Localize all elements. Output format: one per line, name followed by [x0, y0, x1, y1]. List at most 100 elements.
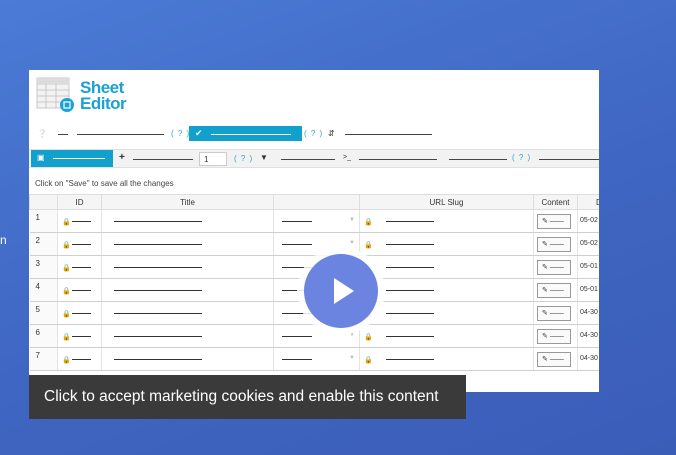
cell-id[interactable]: 🔒 — [57, 301, 102, 325]
table-header-row: ID Title URL Slug Content D — [29, 194, 599, 210]
table-row[interactable]: 2 🔒 ▼ 🔒 ✎ —— 05-02 — [29, 232, 599, 256]
row-number: 5 — [29, 301, 58, 325]
cell-date-value: 05-02 — [580, 240, 598, 247]
cell-url-slug[interactable]: 🔒 — [359, 232, 534, 256]
cell-date[interactable]: 05-02 — [577, 232, 599, 256]
column-header-hidden[interactable] — [273, 194, 360, 210]
formula-label — [359, 159, 437, 160]
cell-url-slug[interactable]: 🔒 — [359, 278, 534, 302]
cell-id[interactable]: 🔒 — [57, 324, 102, 348]
cell-content[interactable]: ✎ —— — [533, 255, 578, 279]
cookie-consent-banner[interactable]: Click to accept marketing cookies and en… — [29, 375, 466, 419]
cell-content[interactable]: ✎ —— — [533, 347, 578, 371]
help-link[interactable]: ( ? ) — [234, 154, 253, 163]
toolbar-text — [58, 134, 68, 135]
cell-content[interactable]: ✎ —— — [533, 324, 578, 348]
edit-icon: ✎ — [542, 356, 548, 363]
cell-content[interactable]: ✎ —— — [533, 301, 578, 325]
edit-content-button[interactable]: ✎ —— — [537, 283, 571, 298]
cell-title[interactable] — [101, 301, 274, 325]
cell-url-slug[interactable]: 🔒 — [359, 324, 534, 348]
cell-id[interactable]: 🔒 — [57, 255, 102, 279]
cell-url-slug[interactable]: 🔒 — [359, 301, 534, 325]
cell-title[interactable] — [101, 278, 274, 302]
cell-date[interactable]: 05-02 — [577, 209, 599, 233]
sort-icon[interactable]: ⇵ — [328, 129, 335, 139]
lock-icon: 🔒 — [62, 288, 71, 295]
edit-content-button[interactable]: ✎ —— — [537, 306, 571, 321]
edge-text: n — [0, 233, 7, 247]
cell-date-value: 05-02 — [580, 217, 598, 224]
cell-id[interactable]: 🔒 — [57, 232, 102, 256]
column-header-title[interactable]: Title — [101, 194, 274, 210]
cell-value — [282, 221, 312, 222]
sheet-editor-logo: Sheet Editor — [36, 77, 146, 117]
edit-content-button[interactable]: ✎ —— — [537, 214, 571, 229]
cell-value — [386, 336, 434, 337]
table-row[interactable]: 7 🔒 ▼ 🔒 ✎ —— 04-30 — [29, 347, 599, 371]
cell-content[interactable]: ✎ —— — [533, 209, 578, 233]
column-header-id[interactable]: ID — [57, 194, 102, 210]
chevron-down-icon[interactable]: ▼ — [349, 240, 355, 246]
help-link[interactable]: ( ? ) — [304, 129, 323, 138]
play-button[interactable] — [297, 247, 385, 335]
row-number: 4 — [29, 278, 58, 302]
cell-value — [72, 244, 91, 245]
cell-title[interactable] — [101, 209, 274, 233]
video-preview-frame[interactable]: Sheet Editor ❔ ( ? ) ✔ ( ? ) ⇵ ▣ + 1 ( ?… — [29, 70, 599, 392]
cell-id[interactable]: 🔒 — [57, 209, 102, 233]
help-link[interactable]: ( ? ) — [171, 129, 190, 138]
question-circle-icon[interactable]: ❔ — [37, 129, 47, 139]
cell-id[interactable]: 🔒 — [57, 278, 102, 302]
toolbar-text — [449, 159, 507, 160]
cell-title[interactable] — [101, 324, 274, 348]
edit-content-button[interactable]: ✎ —— — [537, 260, 571, 275]
cell-date[interactable]: 04-30 — [577, 347, 599, 371]
add-rows-label — [133, 159, 193, 160]
cell-content[interactable]: ✎ —— — [533, 278, 578, 302]
edit-icon: ✎ — [542, 241, 548, 248]
table-row[interactable]: 1 🔒 ▼ 🔒 ✎ —— 05-02 — [29, 209, 599, 233]
cell-id[interactable]: 🔒 — [57, 347, 102, 371]
column-header-content[interactable]: Content — [533, 194, 578, 210]
cell-value — [282, 336, 312, 337]
filter-icon[interactable]: ▼ — [260, 153, 268, 163]
edit-content-button[interactable]: ✎ —— — [537, 352, 571, 367]
plus-icon[interactable]: + — [119, 153, 125, 163]
edit-content-button[interactable]: ✎ —— — [537, 329, 571, 344]
help-link[interactable]: ( ? ) — [512, 153, 531, 162]
lock-icon: 🔒 — [364, 357, 373, 364]
toolbar-text — [345, 134, 432, 135]
cell-title[interactable] — [101, 347, 274, 371]
cell-title[interactable] — [101, 255, 274, 279]
chevron-down-icon[interactable]: ▼ — [349, 355, 355, 361]
terminal-icon[interactable]: >_ — [343, 153, 351, 163]
cell-status[interactable]: ▼ — [273, 209, 360, 233]
cell-value — [386, 313, 434, 314]
cell-value — [386, 290, 434, 291]
save-button[interactable]: ▣ — [31, 150, 113, 167]
cell-date[interactable]: 05-01 — [577, 255, 599, 279]
cell-url-slug[interactable]: 🔒 — [359, 255, 534, 279]
column-header-url-slug[interactable]: URL Slug — [359, 194, 534, 210]
apply-button[interactable]: ✔ — [189, 126, 302, 141]
table-row[interactable]: 6 🔒 ▼ 🔒 ✎ —— 04-30 — [29, 324, 599, 348]
logo-text-editor: Editor — [80, 94, 127, 113]
cell-date[interactable]: 05-01 — [577, 278, 599, 302]
cell-date[interactable]: 04-30 — [577, 324, 599, 348]
save-hint-text: Click on "Save" to save all the changes — [35, 179, 174, 188]
cell-status[interactable]: ▼ — [273, 347, 360, 371]
toolbar-row-1: ❔ ( ? ) ✔ ( ? ) ⇵ — [29, 125, 599, 143]
cell-date[interactable]: 04-30 — [577, 301, 599, 325]
cell-url-slug[interactable]: 🔒 — [359, 209, 534, 233]
edit-content-button[interactable]: ✎ —— — [537, 237, 571, 252]
cell-content[interactable]: ✎ —— — [533, 232, 578, 256]
cell-title[interactable] — [101, 232, 274, 256]
cell-url-slug[interactable]: 🔒 — [359, 347, 534, 371]
cell-date-value: 04-30 — [580, 355, 598, 362]
chevron-down-icon[interactable]: ▼ — [349, 217, 355, 223]
cell-value — [72, 359, 91, 360]
cell-value — [114, 359, 202, 360]
column-header-date[interactable]: D — [577, 194, 599, 210]
rows-count-input[interactable]: 1 — [199, 152, 227, 166]
